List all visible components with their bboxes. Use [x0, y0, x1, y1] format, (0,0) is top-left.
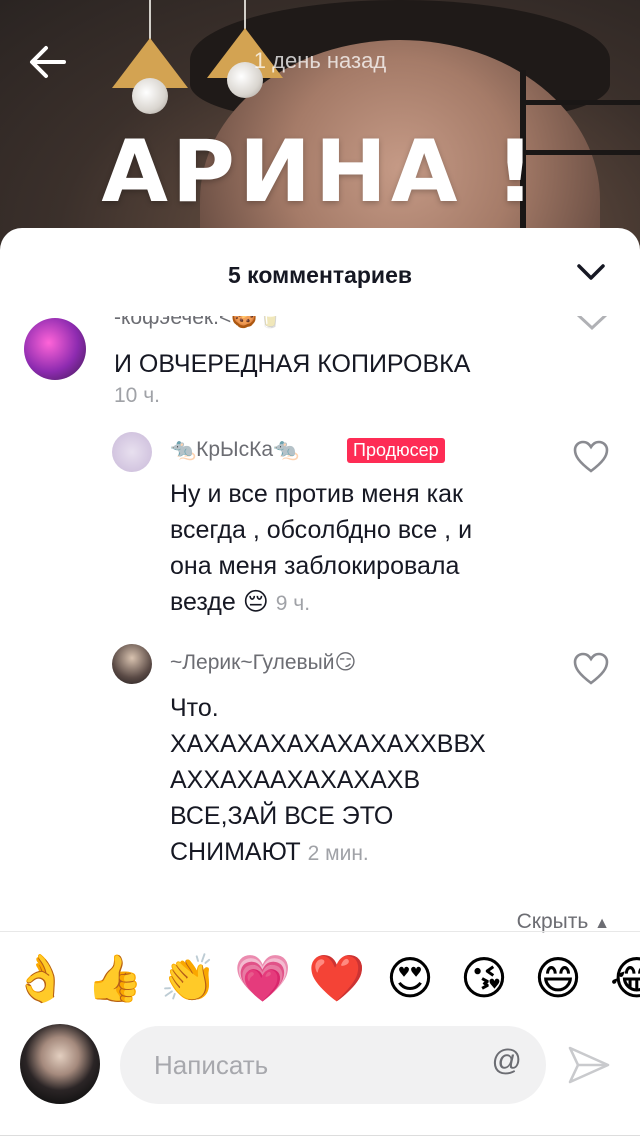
mention-button[interactable]: @ — [492, 1044, 522, 1078]
like-button[interactable] — [573, 440, 609, 474]
comment-body: И ОВЧЕРЕДНАЯ КОПИРОВКА — [114, 350, 471, 378]
comment-input-placeholder: Написать — [154, 1050, 269, 1080]
chevron-down-icon — [576, 316, 608, 331]
comment-line: Что. — [170, 694, 219, 722]
comment-time: 9 ч. — [275, 592, 311, 615]
emoji-joy[interactable]: 😂 — [610, 950, 640, 1006]
comment-item: 🐀КрЫсКа🐀 Продюсер Ну и все против меня к… — [0, 426, 640, 636]
comment-item: ~Лерик~Гулевый😏 Что. ХАХАХАХАХАХАХАХХВВХ… — [0, 638, 640, 888]
comment-line: Ну и все против меня как — [170, 480, 463, 508]
emoji-bar: 👌 👍 👏 💗 ❤️ 😍 😘 😄 😂 — [0, 944, 640, 1020]
emoji-grin[interactable]: 😄 — [534, 950, 582, 1006]
emoji-ok-hand[interactable]: 👌 — [12, 950, 69, 1006]
avatar[interactable] — [112, 432, 152, 472]
comment-text: Что. ХАХАХАХАХАХАХАХХВВХ АХХАХААХАХАХАХВ… — [170, 690, 486, 872]
comments-count-title: 5 комментариев — [227, 262, 413, 288]
comment-line: СНИМАЮТ — [170, 838, 301, 866]
emoji-thumbs-up[interactable]: 👍 — [86, 950, 143, 1006]
comment-username[interactable]: -кофэечек.<🍪🥛 — [114, 316, 284, 330]
comment-username[interactable]: ~Лерик~Гулевый😏 — [170, 650, 356, 675]
close-comments-button[interactable] — [576, 260, 606, 284]
hide-label: Скрыть — [516, 910, 589, 933]
comment-line: всегда , обсолбдно все , и — [170, 516, 473, 544]
avatar[interactable] — [24, 318, 86, 380]
heart-icon — [573, 652, 609, 685]
comments-list[interactable]: -кофэечек.<🍪🥛 И ОВЧЕРЕДНАЯ КОПИРОВКА 10 … — [0, 316, 640, 936]
send-button[interactable] — [566, 1042, 612, 1088]
emoji-clap[interactable]: 👏 — [160, 950, 217, 1006]
video-overlay-title: АРИНА ! — [101, 122, 539, 222]
comment-line: она меня заблокировала — [170, 552, 460, 580]
chevron-down-icon — [577, 264, 605, 280]
producer-badge: Продюсер — [347, 438, 445, 463]
comment-time: 2 мин. — [307, 842, 369, 865]
my-avatar — [20, 1024, 100, 1104]
comment-text: Ну и все против меня как всегда , обсолб… — [170, 476, 472, 622]
comment-text: И ОВЧЕРЕДНАЯ КОПИРОВКА — [114, 346, 470, 382]
like-button[interactable] — [574, 316, 610, 344]
heart-icon — [573, 440, 609, 473]
comment-input-row: Написать @ — [0, 1024, 640, 1136]
comment-time: 10 ч. — [114, 384, 160, 407]
send-icon — [568, 1046, 610, 1084]
emoji-heart-eyes[interactable]: 😍 — [386, 950, 434, 1006]
comment-line: везде 😔 — [170, 588, 269, 616]
divider — [0, 931, 640, 932]
comment-item: -кофэечек.<🍪🥛 И ОВЧЕРЕДНАЯ КОПИРОВКА 10 … — [0, 316, 640, 426]
video-time-ago: 1 день назад — [253, 48, 387, 73]
emoji-kiss[interactable]: 😘 — [460, 950, 508, 1006]
avatar[interactable] — [112, 644, 152, 684]
comment-line: ХАХАХАХАХАХАХАХХВВХ — [170, 730, 486, 758]
comment-input[interactable]: Написать @ — [120, 1026, 546, 1104]
like-button[interactable] — [573, 652, 609, 686]
comments-header: 5 комментариев — [0, 228, 640, 318]
caret-up-icon: ▲ — [594, 915, 610, 932]
comments-sheet: 5 комментариев -кофэечек.<🍪🥛 И ОВЧЕРЕДНА… — [0, 228, 640, 1136]
emoji-pink-heart[interactable]: 💗 — [234, 950, 291, 1006]
comment-username[interactable]: 🐀КрЫсКа🐀 — [170, 438, 299, 462]
comment-line: АХХАХААХАХАХАХВ — [170, 766, 421, 794]
comment-line: ВСЕ,ЗАЙ ВСЕ ЭТО — [170, 802, 394, 830]
emoji-red-heart[interactable]: ❤️ — [308, 950, 365, 1006]
